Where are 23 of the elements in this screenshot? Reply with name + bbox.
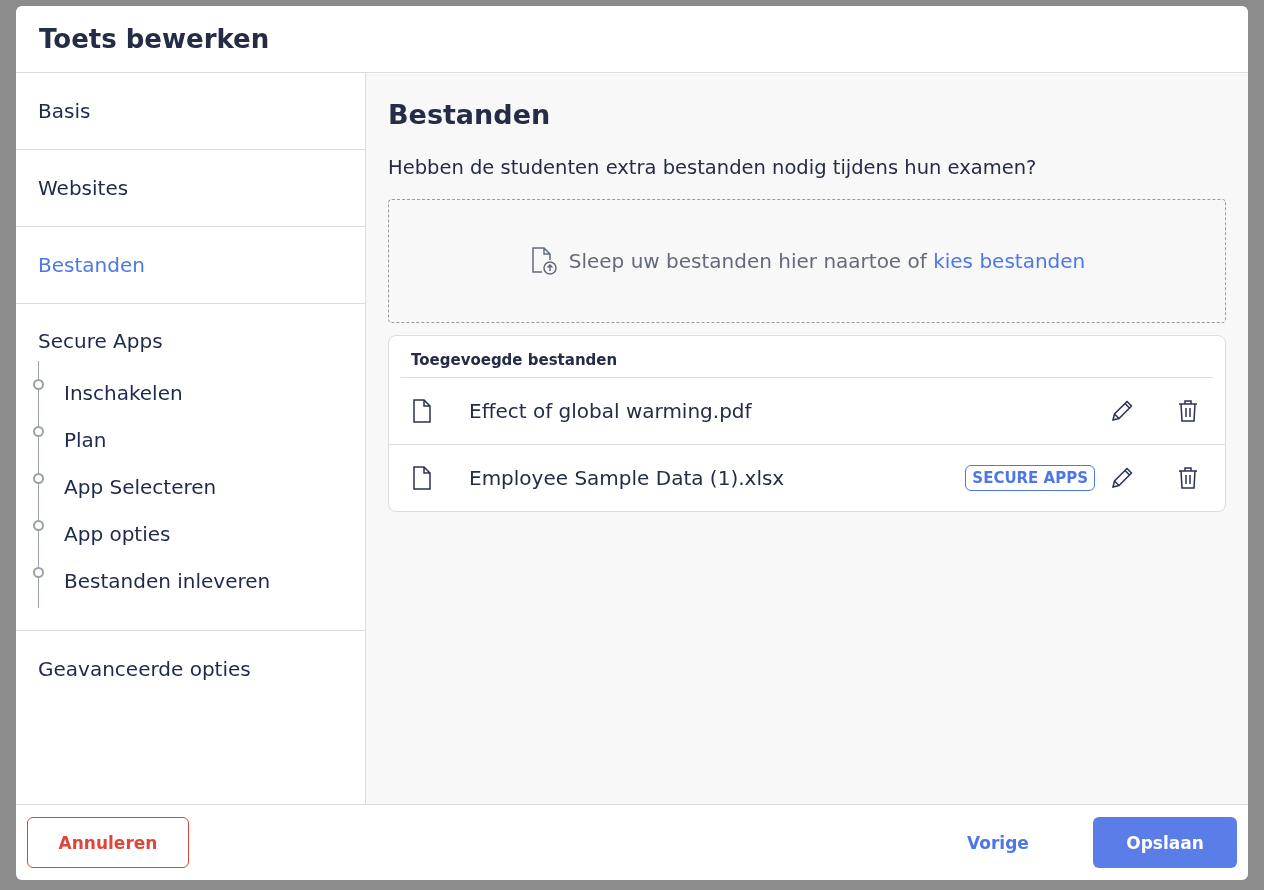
section-heading: Bestanden [388,99,552,130]
delete-icon[interactable] [1177,466,1199,490]
files-title: Toegevoegde bestanden [401,336,1213,378]
file-name: Effect of global warming.pdf [469,399,753,423]
file-dropzone[interactable]: Sleep uw bestanden hier naartoe of kies bestanden [388,199,1226,323]
dialog-title: Toets bewerken [39,24,270,54]
sidebar-item[interactable]: Websites [38,150,129,226]
delete-icon[interactable] [1177,399,1199,423]
sidebar-item[interactable]: Basis [38,73,91,149]
dropzone-text: Sleep uw bestanden hier naartoe of kies bestanden [568,249,1086,273]
file-icon [411,399,433,423]
edit-icon[interactable] [1109,398,1135,424]
sidebar-item[interactable]: Bestanden [38,227,145,303]
cancel-button[interactable]: Annuleren [27,817,189,868]
file-icon [411,466,433,490]
secure-apps-badge: SECURE APPS [965,465,1095,491]
save-button[interactable]: Opslaan [1093,817,1237,868]
back-button[interactable]: Vorige [943,817,1053,868]
edit-icon[interactable] [1109,465,1135,491]
question-text: Hebben de studenten extra bestanden nodig tijdens hun examen? [388,156,1038,179]
file-name: Employee Sample Data (1).xlsx [469,466,786,490]
choose-files-link[interactable]: kies bestanden [933,249,1086,273]
sidebar-item[interactable]: Geavanceerde opties [38,631,251,707]
